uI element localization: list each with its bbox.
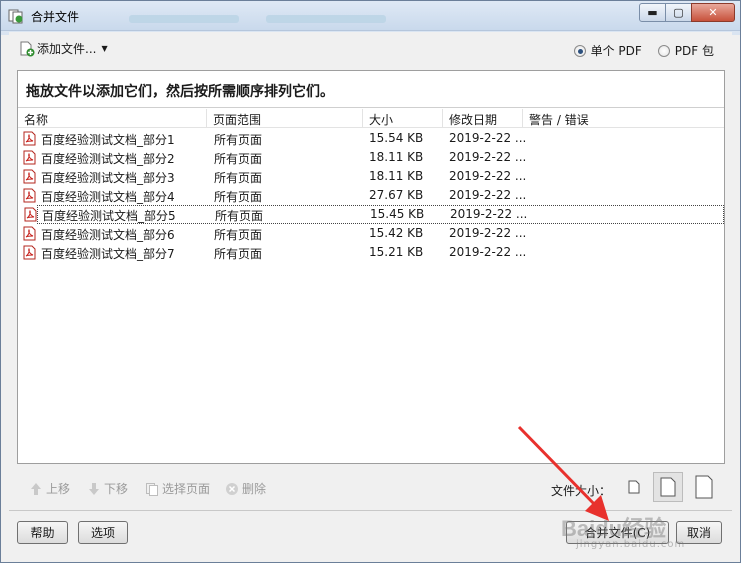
file-size-large-button[interactable] — [689, 472, 719, 502]
file-size: 27.67 KB — [369, 188, 424, 202]
medium-page-icon — [660, 477, 676, 497]
add-files-button[interactable]: 添加文件... ▼ — [19, 40, 108, 57]
merge-app-icon — [8, 9, 23, 24]
page-range: 所有页面 — [215, 209, 264, 223]
modified-date: 2019-2-22 ... — [449, 188, 527, 202]
file-name: 百度经验测试文档_部分4 — [41, 190, 175, 204]
page-range: 所有页面 — [214, 152, 263, 166]
dialog-content: 添加文件... ▼ 单个 PDF PDF 包 拖放文件以添加它们，然后按所需顺序… — [9, 32, 732, 554]
title-bar[interactable]: 合并文件 ▬ ▢ ✕ — [1, 1, 740, 31]
output-type-options: 单个 PDF PDF 包 — [558, 42, 714, 59]
modified-date: 2019-2-22 ... — [449, 245, 527, 259]
column-header-name[interactable]: 名称 — [18, 109, 207, 128]
column-header-size[interactable]: 大小 — [363, 109, 443, 128]
column-header-date[interactable]: 修改日期 — [443, 109, 523, 128]
pages-icon — [146, 482, 158, 496]
delete-icon — [226, 482, 238, 495]
file-size-medium-button[interactable] — [653, 472, 683, 502]
file-name: 百度经验测试文档_部分3 — [41, 171, 175, 185]
options-button[interactable]: 选项 — [78, 521, 128, 544]
single-pdf-radio[interactable]: 单个 PDF — [573, 42, 642, 59]
pdf-package-label: PDF 包 — [674, 44, 714, 58]
file-name: 百度经验测试文档_部分6 — [41, 228, 175, 242]
modified-date: 2019-2-22 ... — [449, 150, 527, 164]
window-title: 合并文件 — [31, 10, 80, 24]
pdf-file-icon — [24, 207, 37, 222]
minimize-button[interactable]: ▬ — [639, 3, 666, 22]
large-page-icon — [695, 475, 713, 499]
close-button[interactable]: ✕ — [691, 3, 735, 22]
window-controls: ▬ ▢ ✕ — [639, 3, 735, 22]
pdf-file-icon — [23, 188, 36, 203]
modified-date: 2019-2-22 ... — [449, 226, 527, 240]
radio-selected-icon — [573, 44, 586, 57]
move-up-label: 上移 — [46, 482, 71, 496]
add-file-icon — [20, 41, 35, 56]
instruction-text: 拖放文件以添加它们，然后按所需顺序排列它们。 — [18, 71, 724, 108]
pdf-file-icon — [23, 245, 36, 260]
file-name: 百度经验测试文档_部分7 — [41, 247, 175, 261]
file-name: 百度经验测试文档_部分5 — [42, 209, 176, 223]
help-button[interactable]: 帮助 — [17, 521, 68, 544]
page-range: 所有页面 — [214, 228, 263, 242]
delete-button[interactable]: 删除 — [225, 480, 266, 497]
single-pdf-label: 单个 PDF — [590, 44, 642, 58]
table-row[interactable]: 百度经验测试文档_部分7 所有页面 15.21 KB 2019-2-22 ... — [18, 243, 724, 262]
move-up-button[interactable]: 上移 — [29, 480, 70, 497]
pdf-file-icon — [23, 150, 36, 165]
pdf-file-icon — [23, 169, 36, 184]
add-files-label: 添加文件... — [37, 42, 97, 56]
baidu-watermark-url: jingyan.baidu.com — [576, 539, 686, 550]
small-page-icon — [628, 480, 640, 494]
title-blur-decoration — [129, 15, 239, 23]
pdf-package-radio[interactable]: PDF 包 — [657, 42, 714, 59]
file-size-small-button[interactable] — [619, 472, 649, 502]
move-down-button[interactable]: 下移 — [87, 480, 128, 497]
move-down-label: 下移 — [104, 482, 129, 496]
file-name: 百度经验测试文档_部分1 — [41, 133, 175, 147]
table-row[interactable]: 百度经验测试文档_部分2 所有页面 18.11 KB 2019-2-22 ... — [18, 148, 724, 167]
table-row[interactable]: 百度经验测试文档_部分5 所有页面 15.45 KB 2019-2-22 ... — [24, 205, 724, 224]
pdf-file-icon — [23, 226, 36, 241]
file-size: 18.11 KB — [369, 169, 424, 183]
table-row[interactable]: 百度经验测试文档_部分3 所有页面 18.11 KB 2019-2-22 ... — [18, 167, 724, 186]
column-header-warning[interactable]: 警告 / 错误 — [523, 109, 726, 128]
page-range: 所有页面 — [214, 247, 263, 261]
modified-date: 2019-2-22 ... — [449, 169, 527, 183]
arrow-up-icon — [31, 482, 41, 495]
maximize-button[interactable]: ▢ — [665, 3, 692, 22]
dropdown-caret-icon: ▼ — [101, 44, 108, 53]
modified-date: 2019-2-22 ... — [450, 207, 528, 221]
annotation-arrow — [517, 425, 609, 521]
footer-divider — [9, 510, 732, 511]
title-blur-decoration — [266, 15, 386, 23]
merge-files-window: 合并文件 ▬ ▢ ✕ 添加文件... ▼ 单个 PDF PDF 包 拖放文件以添… — [0, 0, 741, 563]
file-name: 百度经验测试文档_部分2 — [41, 152, 175, 166]
pdf-file-icon — [23, 131, 36, 146]
table-row[interactable]: 百度经验测试文档_部分6 所有页面 15.42 KB 2019-2-22 ... — [18, 224, 724, 243]
modified-date: 2019-2-22 ... — [449, 131, 527, 145]
column-header-range[interactable]: 页面范围 — [207, 109, 363, 128]
file-rows: 百度经验测试文档_部分1 所有页面 15.54 KB 2019-2-22 ... 百度经… — [18, 129, 724, 262]
file-size: 15.42 KB — [369, 226, 424, 240]
delete-label: 删除 — [242, 482, 267, 496]
page-range: 所有页面 — [214, 171, 263, 185]
choose-pages-button[interactable]: 选择页面 — [145, 480, 210, 497]
file-list-panel[interactable]: 拖放文件以添加它们，然后按所需顺序排列它们。 名称 页面范围 大小 修改日期 警… — [17, 70, 725, 464]
table-row[interactable]: 百度经验测试文档_部分4 所有页面 27.67 KB 2019-2-22 ... — [18, 186, 724, 205]
top-toolbar: 添加文件... ▼ 单个 PDF PDF 包 — [9, 32, 732, 68]
file-size: 15.21 KB — [369, 245, 424, 259]
choose-pages-label: 选择页面 — [162, 482, 211, 496]
file-size: 15.45 KB — [370, 207, 425, 221]
radio-unselected-icon — [657, 44, 670, 57]
table-row[interactable]: 百度经验测试文档_部分1 所有页面 15.54 KB 2019-2-22 ... — [18, 129, 724, 148]
arrow-down-icon — [89, 482, 99, 495]
file-size: 15.54 KB — [369, 131, 424, 145]
page-range: 所有页面 — [214, 133, 263, 147]
page-range: 所有页面 — [214, 190, 263, 204]
table-header: 名称 页面范围 大小 修改日期 警告 / 错误 — [18, 109, 724, 128]
file-size: 18.11 KB — [369, 150, 424, 164]
